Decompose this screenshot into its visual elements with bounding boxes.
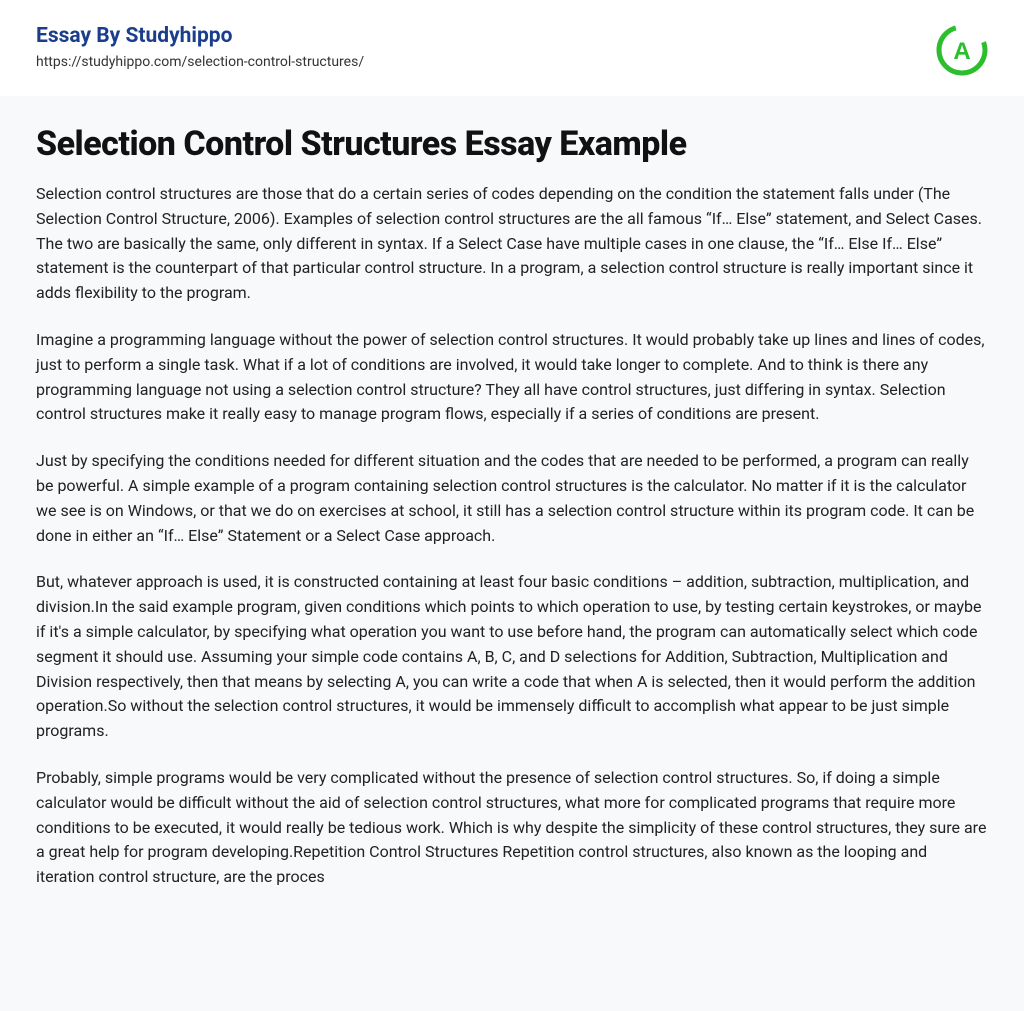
paragraph-1: Selection control structures are those t… [36,182,988,306]
header-left: Essay By Studyhippo https://studyhippo.c… [36,24,364,70]
paragraph-2: Imagine a programming language without t… [36,328,988,427]
logo: A [936,24,988,76]
site-url[interactable]: https://studyhippo.com/selection-control… [36,54,364,70]
paragraph-4: But, whatever approach is used, it is co… [36,570,988,744]
paragraph-5: Probably, simple programs would be very … [36,766,988,890]
paragraph-3: Just by specifying the conditions needed… [36,449,988,548]
logo-icon: A [936,24,988,76]
logo-letter: A [953,38,970,65]
site-name: Essay By Studyhippo [36,24,364,48]
page-title: Selection Control Structures Essay Examp… [36,124,988,164]
header: Essay By Studyhippo https://studyhippo.c… [0,0,1024,96]
content: Selection Control Structures Essay Examp… [0,96,1024,940]
